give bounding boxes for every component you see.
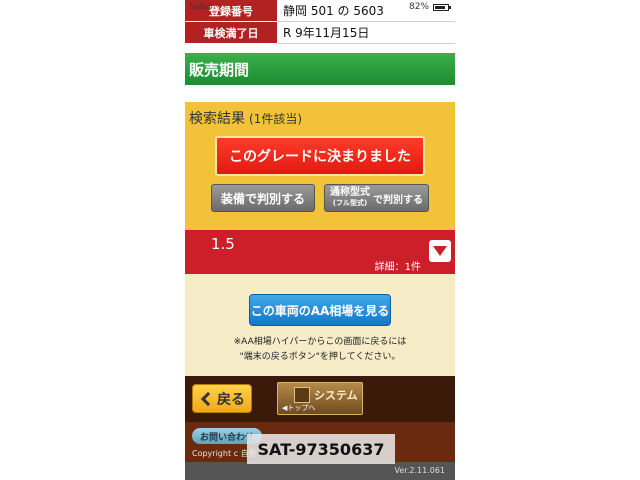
search-title-text: 検索結果 bbox=[189, 111, 245, 127]
model-suffix: で判別する bbox=[373, 194, 423, 206]
identify-by-equipment-button[interactable]: 装備で判別する bbox=[211, 184, 315, 212]
inspection-row: 車検満了日 R 9年11月15日 bbox=[185, 22, 455, 44]
grade-text: 1.5 bbox=[211, 235, 235, 253]
registration-label: 登録番号 bbox=[185, 0, 277, 22]
back-button[interactable]: 戻る bbox=[192, 384, 252, 413]
version-text: Ver.2.11.061 bbox=[394, 466, 446, 475]
aa-market-panel: この車両のAA相場を見る ※AA相場ハイパーからこの画面に戻るには "端末の戻る… bbox=[185, 274, 455, 376]
spacer bbox=[185, 85, 455, 102]
sale-period-header: 販売期間 bbox=[185, 53, 455, 85]
back-label: 戻る bbox=[217, 391, 245, 408]
search-result-title: 検索結果 (1件該当) bbox=[189, 108, 302, 128]
inspection-label: 車検満了日 bbox=[185, 22, 277, 44]
detail-count: 詳細：1件 bbox=[374, 262, 421, 273]
to-top-label: ◀トップへ bbox=[282, 404, 316, 412]
decide-grade-button[interactable]: このグレードに決まりました bbox=[215, 136, 425, 176]
identify-by-model-button[interactable]: 通称型式 (フル型式) で判別する bbox=[324, 184, 429, 212]
registration-value: 静岡 501 の 5603 bbox=[277, 0, 455, 22]
model-line2: (フル型式) bbox=[332, 199, 368, 207]
aa-note-line1: ※AA相場ハイパーからこの画面に戻るには bbox=[233, 337, 407, 347]
phone-screen: 登録番号 静岡 501 の 5603 車検満了日 R 9年11月15日 Safa… bbox=[185, 0, 455, 480]
watermark-label: SAT-97350637 bbox=[247, 434, 395, 464]
spacer bbox=[185, 44, 455, 53]
system-label: システム bbox=[314, 389, 358, 402]
model-line1: 通称型式 bbox=[330, 187, 370, 198]
sale-period-title: 販売期間 bbox=[189, 60, 250, 79]
system-logo-icon bbox=[294, 387, 310, 403]
footer-nav: 戻る システム ◀トップへ bbox=[185, 376, 455, 422]
triangle-down-icon bbox=[433, 246, 447, 256]
aa-note-line2: "端末の戻るボタン"を押してください。 bbox=[239, 352, 401, 362]
search-result-panel: 検索結果 (1件該当) このグレードに決まりました 装備で判別する 通称型式 (フ… bbox=[185, 102, 455, 230]
inspection-value: R 9年11月15日 bbox=[277, 22, 455, 44]
aa-market-button[interactable]: この車両のAA相場を見る bbox=[249, 294, 391, 326]
version-bar: Ver.2.11.061 bbox=[185, 462, 455, 480]
model-label-stack: 通称型式 (フル型式) bbox=[330, 188, 370, 208]
chevron-left-icon bbox=[200, 391, 216, 406]
system-top-button[interactable]: システム ◀トップへ bbox=[277, 382, 363, 415]
expand-button[interactable] bbox=[429, 240, 451, 262]
search-count: (1件該当) bbox=[249, 112, 302, 126]
registration-row: 登録番号 静岡 501 の 5603 bbox=[185, 0, 455, 22]
result-row[interactable]: 1.5 詳細：1件 bbox=[185, 230, 455, 274]
